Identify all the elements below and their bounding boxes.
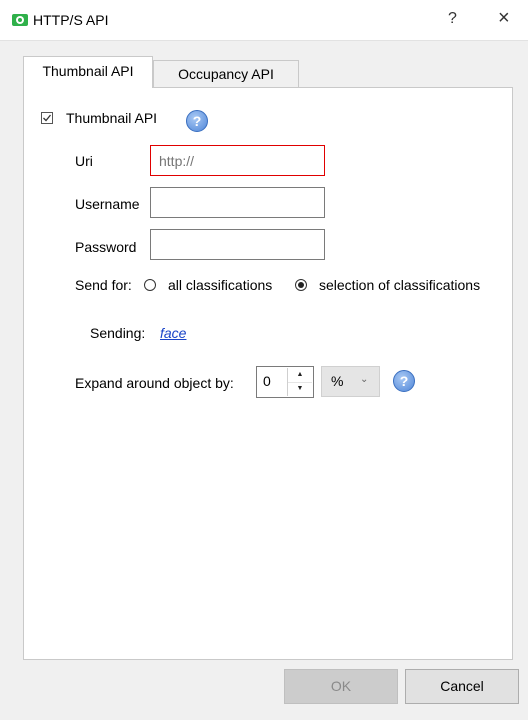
help-button[interactable]: ? [448,10,457,28]
chevron-down-icon: ⌄ [360,374,369,385]
send-for-label: Send for: [75,277,132,293]
thumbnail-api-label: Thumbnail API [66,110,158,126]
expand-value[interactable]: 0 [263,373,271,389]
sending-label: Sending: [90,325,146,341]
spin-buttons: ▲ ▼ [287,368,312,396]
password-label: Password [75,239,137,255]
expand-value-spinbox[interactable]: 0 ▲ ▼ [256,366,314,398]
uri-input[interactable] [150,145,325,176]
spin-up-icon[interactable]: ▲ [288,368,312,383]
expand-unit-value: % [331,373,344,389]
expand-unit-dropdown[interactable]: % ⌄ [321,366,380,397]
tab-occupancy-api[interactable]: Occupancy API [153,60,299,88]
password-input[interactable] [150,229,325,260]
ok-button[interactable]: OK [284,669,398,704]
radio-selection-of-classifications[interactable] [295,279,307,291]
title-bar: HTTP/S API ? × [0,0,528,41]
app-eye-icon [12,14,28,26]
window-title: HTTP/S API [33,12,109,28]
selection-of-classifications-label[interactable]: selection of classifications [319,277,480,293]
thumbnail-help-info-icon[interactable]: ? [186,110,208,132]
radio-all-classifications[interactable] [144,279,156,291]
sending-face-link[interactable]: face [160,325,186,341]
expand-help-info-icon[interactable]: ? [393,370,415,392]
username-label: Username [75,196,140,212]
spin-down-icon[interactable]: ▼ [288,382,312,396]
expand-label: Expand around object by: [75,375,234,391]
username-input[interactable] [150,187,325,218]
checkmark-icon [43,114,52,122]
all-classifications-label[interactable]: all classifications [168,277,272,293]
thumbnail-api-checkbox[interactable] [41,112,53,124]
cancel-button[interactable]: Cancel [405,669,519,704]
uri-label: Uri [75,153,93,169]
close-button[interactable]: × [498,8,510,28]
tab-thumbnail-api[interactable]: Thumbnail API [23,56,153,88]
